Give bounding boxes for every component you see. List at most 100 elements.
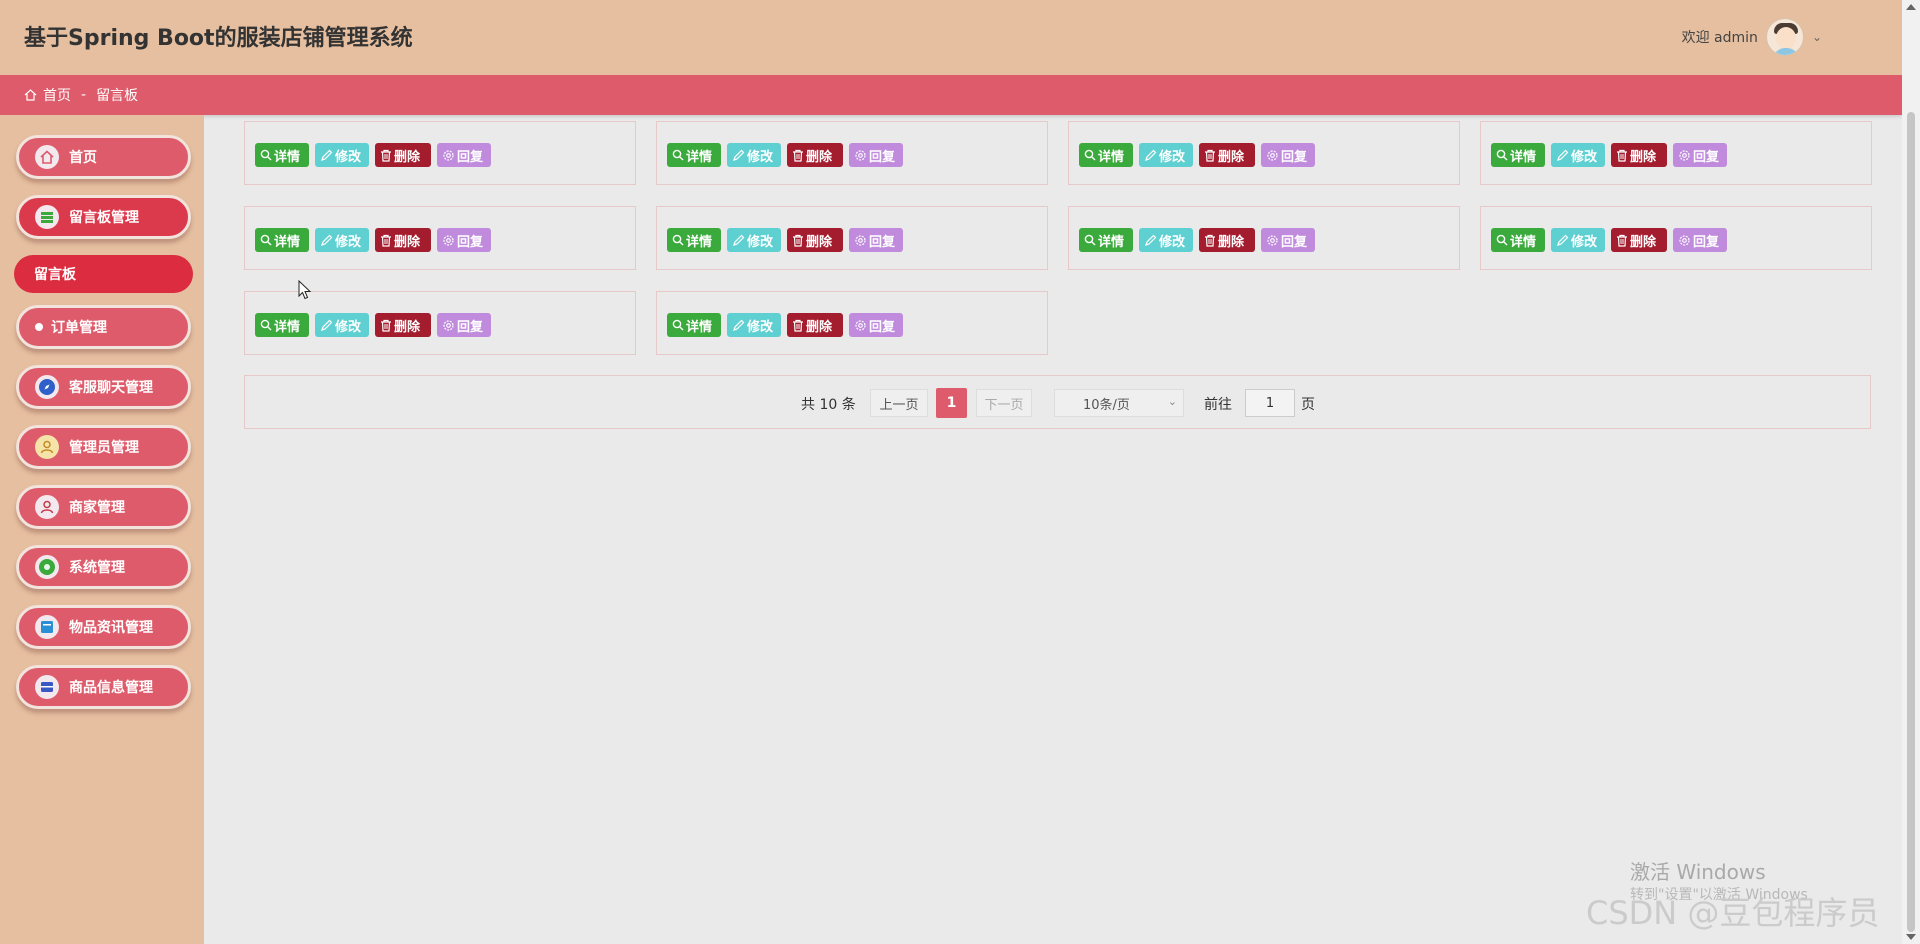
search-icon <box>260 149 272 161</box>
sidebar-item-customer-chat[interactable]: 客服聊天管理 <box>16 365 191 409</box>
gear-icon <box>443 149 454 161</box>
sidebar-item-label: 商家管理 <box>69 500 125 516</box>
sidebar-item-merchant-management[interactable]: 商家管理 <box>16 485 191 529</box>
sidebar-item-admin-management[interactable]: 管理员管理 <box>16 425 191 469</box>
sidebar-item-label: 管理员管理 <box>69 440 139 456</box>
delete-button[interactable]: 删除 <box>375 313 431 337</box>
gear-icon <box>1679 234 1690 246</box>
scroll-down-arrow-icon[interactable] <box>1906 934 1916 940</box>
search-icon <box>1496 234 1508 246</box>
reply-button[interactable]: 回复 <box>849 313 903 337</box>
search-icon <box>1084 149 1096 161</box>
reply-button[interactable]: 回复 <box>1261 228 1315 252</box>
detail-button[interactable]: 详情 <box>255 228 309 252</box>
delete-button[interactable]: 删除 <box>375 228 431 252</box>
reply-button[interactable]: 回复 <box>437 143 491 167</box>
reply-button[interactable]: 回复 <box>1673 228 1727 252</box>
sidebar-item-news-management[interactable]: 物品资讯管理 <box>16 605 191 649</box>
detail-button[interactable]: 详情 <box>255 313 309 337</box>
scroll-up-arrow-icon[interactable] <box>1906 4 1916 10</box>
page-size-select[interactable]: 10条/页 ⌄ <box>1054 389 1184 417</box>
edit-button[interactable]: 修改 <box>727 143 781 167</box>
message-card: 详情 修改 删除 回复 <box>244 206 636 270</box>
edit-button[interactable]: 修改 <box>1139 143 1193 167</box>
sidebar-item-message-board-management[interactable]: 留言板管理 <box>16 195 191 239</box>
user-menu[interactable]: 欢迎 admin ⌄ <box>1682 18 1822 56</box>
sidebar-item-label: 商品信息管理 <box>69 680 153 696</box>
avatar[interactable] <box>1765 18 1804 56</box>
scroll-thumb[interactable] <box>1907 112 1915 932</box>
sidebar-item-label: 留言板管理 <box>69 210 139 226</box>
delete-button[interactable]: 删除 <box>787 313 843 337</box>
message-card: 详情 修改 删除 回复 <box>244 121 636 185</box>
delete-button[interactable]: 删除 <box>787 228 843 252</box>
edit-button[interactable]: 修改 <box>727 228 781 252</box>
delete-button[interactable]: 删除 <box>1611 143 1667 167</box>
breadcrumb-home[interactable]: 首页 <box>43 85 71 105</box>
detail-button[interactable]: 详情 <box>667 228 721 252</box>
sidebar-item-orders[interactable]: 订单管理 <box>16 305 191 349</box>
search-icon <box>260 319 272 331</box>
sidebar-item-goods-management[interactable]: 商品信息管理 <box>16 665 191 709</box>
detail-button[interactable]: 详情 <box>1491 228 1545 252</box>
sidebar-item-system-management[interactable]: 系统管理 <box>16 545 191 589</box>
sidebar-item-label: 系统管理 <box>69 560 125 576</box>
home-icon <box>35 145 59 169</box>
next-page-button[interactable]: 下一页 <box>976 389 1032 417</box>
list-icon <box>35 205 59 229</box>
edit-button[interactable]: 修改 <box>1551 228 1605 252</box>
edit-button[interactable]: 修改 <box>1139 228 1193 252</box>
detail-button[interactable]: 详情 <box>667 313 721 337</box>
gear-icon <box>1267 149 1278 161</box>
delete-button[interactable]: 删除 <box>1199 228 1255 252</box>
reply-button[interactable]: 回复 <box>437 228 491 252</box>
scrollbar[interactable] <box>1902 0 1920 944</box>
trash-icon <box>793 234 803 247</box>
reply-button[interactable]: 回复 <box>1673 143 1727 167</box>
edit-button[interactable]: 修改 <box>1551 143 1605 167</box>
reply-button[interactable]: 回复 <box>437 313 491 337</box>
sidebar-item-home[interactable]: 首页 <box>16 135 191 179</box>
delete-button[interactable]: 删除 <box>787 143 843 167</box>
edit-button[interactable]: 修改 <box>315 313 369 337</box>
trash-icon <box>793 319 803 332</box>
windows-activation-watermark: 激活 Windows <box>1630 860 1766 884</box>
home-icon <box>24 89 37 101</box>
pencil-icon <box>1145 234 1157 246</box>
delete-button[interactable]: 删除 <box>1611 228 1667 252</box>
gear-icon <box>1679 149 1690 161</box>
settings-icon <box>35 555 59 579</box>
edit-button[interactable]: 修改 <box>727 313 781 337</box>
trash-icon <box>1617 234 1627 247</box>
sidebar-subitem-message-board[interactable]: 留言板 <box>14 255 193 293</box>
detail-button[interactable]: 详情 <box>1491 143 1545 167</box>
reply-button[interactable]: 回复 <box>1261 143 1315 167</box>
prev-page-button[interactable]: 上一页 <box>870 389 928 417</box>
gear-icon <box>855 149 866 161</box>
pencil-icon <box>733 234 745 246</box>
goto-page-input[interactable] <box>1245 389 1295 417</box>
edit-button[interactable]: 修改 <box>315 143 369 167</box>
pencil-icon <box>733 319 745 331</box>
detail-button[interactable]: 详情 <box>1079 228 1133 252</box>
reply-button[interactable]: 回复 <box>849 143 903 167</box>
user-icon <box>35 495 59 519</box>
reply-button[interactable]: 回复 <box>849 228 903 252</box>
detail-button[interactable]: 详情 <box>1079 143 1133 167</box>
goto-label: 前往 <box>1204 397 1232 413</box>
trash-icon <box>381 234 391 247</box>
goods-icon <box>35 675 59 699</box>
dot-icon <box>35 323 43 331</box>
detail-button[interactable]: 详情 <box>255 143 309 167</box>
breadcrumb: 首页 - 留言板 <box>0 75 1902 115</box>
edit-button[interactable]: 修改 <box>315 228 369 252</box>
delete-button[interactable]: 删除 <box>375 143 431 167</box>
message-card: 详情 修改 删除 回复 <box>1480 206 1872 270</box>
pagination: 共 10 条 上一页 1 下一页 10条/页 ⌄ 前往 页 <box>244 375 1871 429</box>
trash-icon <box>1205 234 1215 247</box>
search-icon <box>672 234 684 246</box>
delete-button[interactable]: 删除 <box>1199 143 1255 167</box>
page-number-current[interactable]: 1 <box>936 388 967 418</box>
detail-button[interactable]: 详情 <box>667 143 721 167</box>
chevron-down-icon[interactable]: ⌄ <box>1812 30 1822 44</box>
